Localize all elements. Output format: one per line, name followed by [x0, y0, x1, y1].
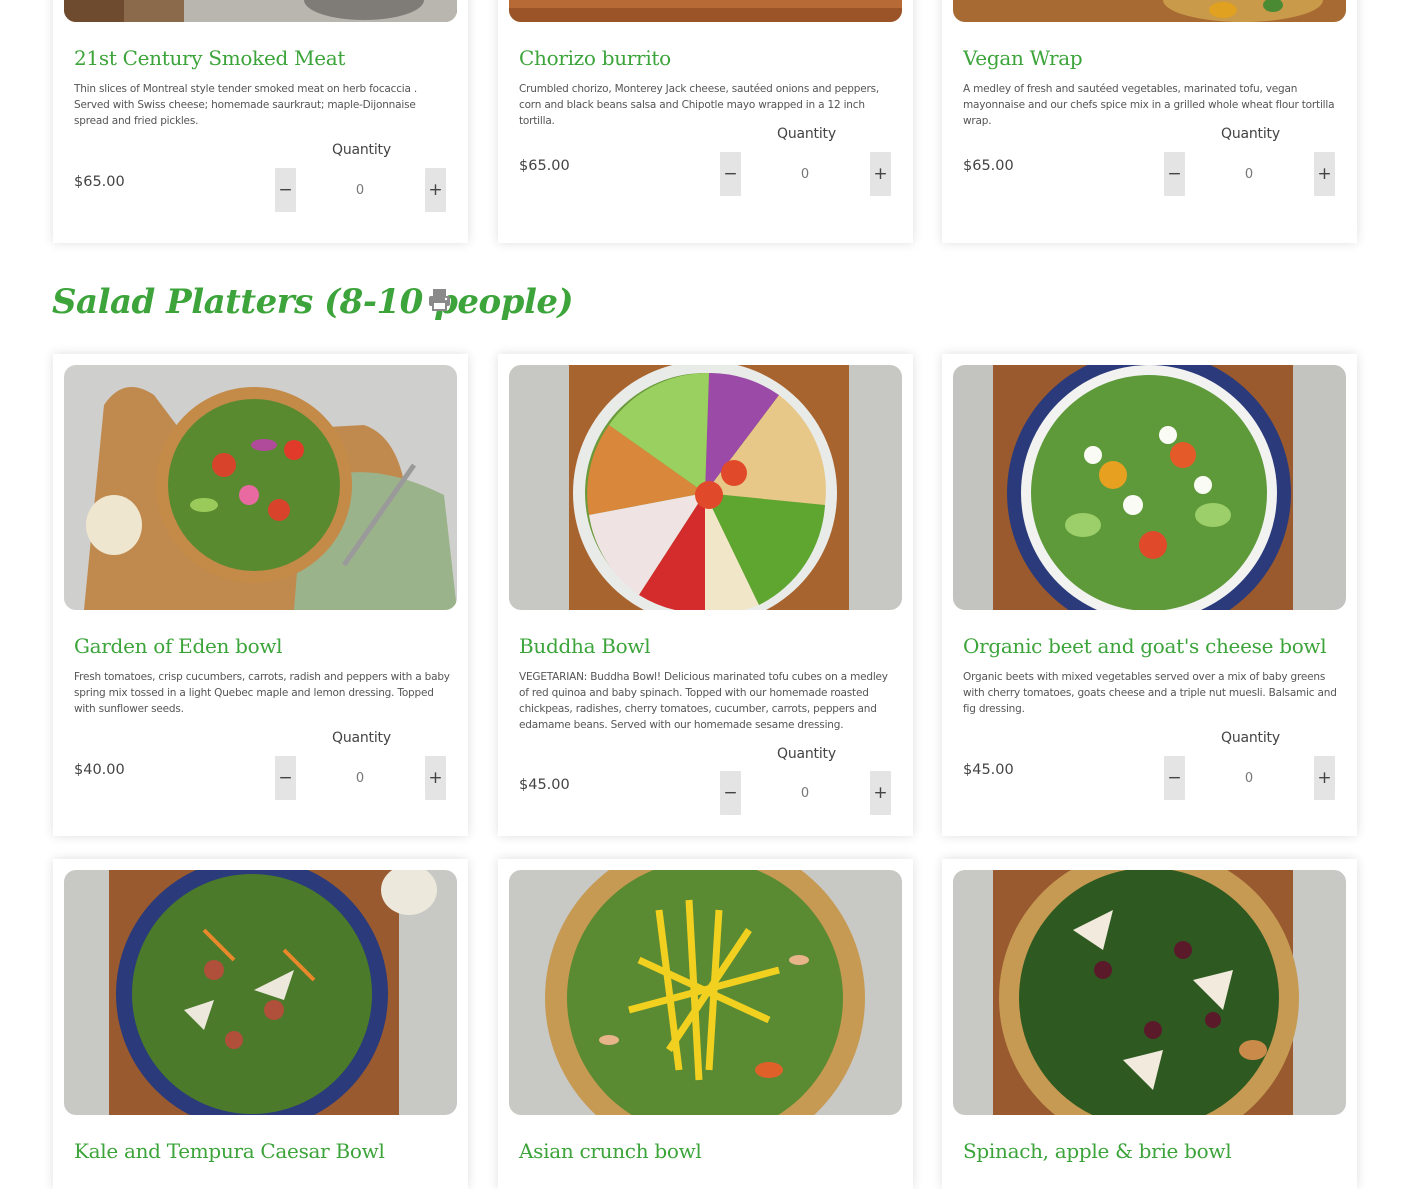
product-name: Asian crunch bowl — [519, 1139, 702, 1163]
product-card-asian-crunch: Asian crunch bowl — [498, 859, 913, 1189]
product-name: Garden of Eden bowl — [74, 634, 283, 658]
increase-quantity-button[interactable]: + — [425, 756, 446, 800]
product-name: Buddha Bowl — [519, 634, 651, 658]
product-name: Vegan Wrap — [963, 46, 1083, 70]
quantity-label: Quantity — [777, 126, 836, 142]
product-name: Kale and Tempura Caesar Bowl — [74, 1139, 385, 1163]
quantity-label: Quantity — [777, 746, 836, 762]
quantity-label: Quantity — [332, 730, 391, 746]
quantity-label: Quantity — [1221, 730, 1280, 746]
product-description: A medley of fresh and sautéed vegetables… — [963, 83, 1335, 127]
product-price: $65.00 — [74, 174, 125, 190]
product-price: $45.00 — [963, 762, 1014, 778]
increase-quantity-button[interactable]: + — [870, 771, 891, 815]
product-name: Spinach, apple & brie bowl — [963, 1139, 1232, 1163]
quantity-label: Quantity — [1221, 126, 1280, 142]
quantity-input[interactable] — [744, 152, 866, 196]
product-card-kale-caesar: Kale and Tempura Caesar Bowl — [53, 859, 468, 1189]
section-title: Salad Platters (8-10 people) — [52, 282, 574, 322]
product-photo — [953, 870, 1346, 1115]
product-card-buddha-bowl: Buddha Bowl VEGETARIAN: Buddha Bowl! Del… — [498, 354, 913, 836]
quantity-input[interactable] — [299, 756, 421, 800]
printer-icon[interactable] — [427, 287, 452, 312]
product-description: Thin slices of Montreal style tender smo… — [74, 83, 418, 127]
product-price: $40.00 — [74, 762, 125, 778]
product-photo — [64, 870, 457, 1115]
increase-quantity-button[interactable]: + — [1314, 756, 1335, 800]
decrease-quantity-button[interactable]: − — [1164, 152, 1185, 196]
quantity-input[interactable] — [1188, 756, 1310, 800]
product-card-vegan-wrap: Vegan Wrap A medley of fresh and sautéed… — [942, 0, 1357, 243]
product-price: $65.00 — [519, 158, 570, 174]
decrease-quantity-button[interactable]: − — [720, 771, 741, 815]
decrease-quantity-button[interactable]: − — [720, 152, 741, 196]
product-card-garden-of-eden: Garden of Eden bowl Fresh tomatoes, cris… — [53, 354, 468, 836]
product-description: Crumbled chorizo, Monterey Jack cheese, … — [519, 83, 879, 127]
product-photo — [953, 0, 1346, 22]
increase-quantity-button[interactable]: + — [1314, 152, 1335, 196]
product-price: $65.00 — [963, 158, 1014, 174]
decrease-quantity-button[interactable]: − — [1164, 756, 1185, 800]
product-description: Organic beets with mixed vegetables serv… — [963, 671, 1337, 715]
product-card-chorizo-burrito: Chorizo burrito Crumbled chorizo, Monter… — [498, 0, 913, 243]
quantity-label: Quantity — [332, 142, 391, 158]
product-name: 21st Century Smoked Meat — [74, 46, 346, 70]
product-card-smoked-meat: 21st Century Smoked Meat Thin slices of … — [53, 0, 468, 243]
decrease-quantity-button[interactable]: − — [275, 168, 296, 212]
product-photo — [953, 365, 1346, 610]
increase-quantity-button[interactable]: + — [870, 152, 891, 196]
product-card-organic-beet: Organic beet and goat's cheese bowl Orga… — [942, 354, 1357, 836]
product-name: Chorizo burrito — [519, 46, 671, 70]
increase-quantity-button[interactable]: + — [425, 168, 446, 212]
product-photo — [509, 870, 902, 1115]
quantity-input[interactable] — [1188, 152, 1310, 196]
product-price: $45.00 — [519, 777, 570, 793]
product-photo — [64, 365, 457, 610]
decrease-quantity-button[interactable]: − — [275, 756, 296, 800]
product-photo — [509, 365, 902, 610]
product-photo — [64, 0, 457, 22]
product-description: Fresh tomatoes, crisp cucumbers, carrots… — [74, 671, 450, 715]
product-description: VEGETARIAN: Buddha Bowl! Delicious marin… — [519, 671, 888, 731]
product-card-spinach-apple-brie: Spinach, apple & brie bowl — [942, 859, 1357, 1189]
quantity-input[interactable] — [744, 771, 866, 815]
product-photo — [509, 0, 902, 22]
product-name: Organic beet and goat's cheese bowl — [963, 634, 1327, 658]
quantity-input[interactable] — [299, 168, 421, 212]
